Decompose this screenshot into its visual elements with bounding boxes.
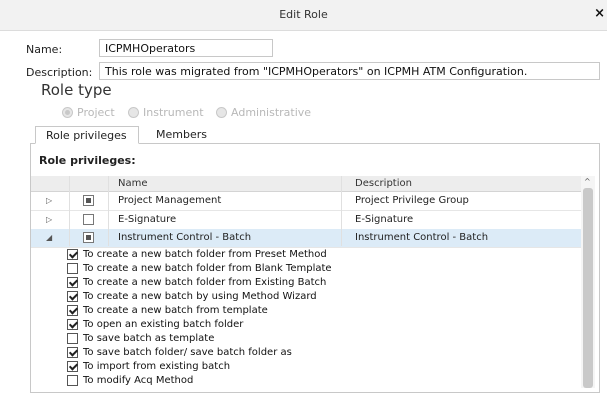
grid-column-divider xyxy=(341,176,342,246)
grid-header: Name Description xyxy=(31,176,581,192)
description-field[interactable]: This role was migrated from "ICPMHOperat… xyxy=(99,62,600,80)
radio-project[interactable]: Project xyxy=(62,106,115,119)
radio-administrative[interactable]: Administrative xyxy=(216,106,311,119)
table-row[interactable]: ▷ E-Signature E-Signature xyxy=(31,211,581,230)
window-title: Edit Role xyxy=(279,8,328,21)
privilege-label: To save batch as template xyxy=(83,333,215,344)
group-name: E-Signature xyxy=(118,214,177,225)
privilege-checkbox[interactable] xyxy=(67,347,78,358)
radio-dot-icon xyxy=(216,107,227,118)
privilege-checkbox[interactable] xyxy=(67,305,78,316)
group-name: Instrument Control - Batch xyxy=(118,232,252,243)
grid-column-divider xyxy=(69,176,70,246)
list-item[interactable]: To save batch folder/ save batch folder … xyxy=(67,346,292,359)
list-item[interactable]: To create a new batch by using Method Wi… xyxy=(67,290,317,303)
column-header-name[interactable]: Name xyxy=(118,178,148,189)
name-label: Name: xyxy=(26,43,63,56)
privilege-label: To modify Acq Method xyxy=(83,375,194,386)
list-item[interactable]: To create a new batch folder from Blank … xyxy=(67,262,332,275)
role-type-heading: Role type xyxy=(41,81,112,99)
privilege-label: To create a new batch from template xyxy=(83,305,268,316)
privilege-checkbox[interactable] xyxy=(67,249,78,260)
privilege-checkbox[interactable] xyxy=(67,319,78,330)
expand-arrow-icon[interactable]: ▷ xyxy=(46,196,52,205)
radio-label: Project xyxy=(77,106,115,119)
privilege-label: To open an existing batch folder xyxy=(83,319,244,330)
collapse-arrow-icon[interactable]: ◢ xyxy=(46,233,52,242)
radio-label: Administrative xyxy=(231,106,312,119)
tab-members[interactable]: Members xyxy=(146,126,217,144)
scrollbar-thumb[interactable] xyxy=(583,188,593,388)
privilege-checkbox[interactable] xyxy=(67,277,78,288)
name-field[interactable]: ICPMHOperators xyxy=(99,39,273,57)
radio-instrument[interactable]: Instrument xyxy=(128,106,204,119)
group-description: E-Signature xyxy=(355,214,414,225)
privilege-label: To create a new batch by using Method Wi… xyxy=(83,291,317,302)
group-checkbox[interactable] xyxy=(83,232,94,243)
privilege-checkbox[interactable] xyxy=(67,375,78,386)
privilege-label: To save batch folder/ save batch folder … xyxy=(83,347,292,358)
table-row[interactable]: ◢ Instrument Control - Batch Instrument … xyxy=(31,229,581,248)
radio-dot-icon xyxy=(128,107,139,118)
list-item[interactable]: To create a new batch folder from Preset… xyxy=(67,248,327,261)
list-item[interactable]: To create a new batch from template xyxy=(67,304,268,317)
privilege-checkbox[interactable] xyxy=(67,263,78,274)
privilege-checkbox[interactable] xyxy=(67,291,78,302)
group-checkbox[interactable] xyxy=(83,214,94,225)
privilege-checkbox[interactable] xyxy=(67,361,78,372)
scroll-up-icon[interactable]: ^ xyxy=(584,177,591,186)
close-icon[interactable]: × xyxy=(594,6,605,21)
list-item[interactable]: To open an existing batch folder xyxy=(67,318,243,331)
privilege-label: To import from existing batch xyxy=(83,361,231,372)
role-privileges-heading: Role privileges: xyxy=(39,154,136,167)
description-label: Description: xyxy=(26,66,93,79)
group-checkbox[interactable] xyxy=(83,195,94,206)
privilege-checkbox[interactable] xyxy=(67,333,78,344)
tab-role-privileges[interactable]: Role privileges xyxy=(35,126,139,144)
expand-arrow-icon[interactable]: ▷ xyxy=(46,215,52,224)
group-name: Project Management xyxy=(118,195,222,206)
privilege-label: To create a new batch folder from Existi… xyxy=(83,277,327,288)
list-item[interactable]: To save batch as template xyxy=(67,332,214,345)
table-row[interactable]: ▷ Project Management Project Privilege G… xyxy=(31,192,581,211)
privilege-label: To create a new batch folder from Preset… xyxy=(83,249,327,260)
list-item[interactable]: To create a new batch folder from Existi… xyxy=(67,276,326,289)
group-description: Instrument Control - Batch xyxy=(355,232,489,243)
grid-column-divider xyxy=(108,176,109,246)
column-header-description[interactable]: Description xyxy=(355,178,412,189)
radio-label: Instrument xyxy=(143,106,204,119)
title-bar: Edit Role × xyxy=(0,0,607,31)
privilege-label: To create a new batch folder from Blank … xyxy=(83,263,332,274)
list-item[interactable]: To import from existing batch xyxy=(67,360,230,373)
radio-dot-icon xyxy=(62,107,73,118)
group-description: Project Privilege Group xyxy=(355,195,469,206)
list-item[interactable]: To modify Acq Method xyxy=(67,374,193,387)
